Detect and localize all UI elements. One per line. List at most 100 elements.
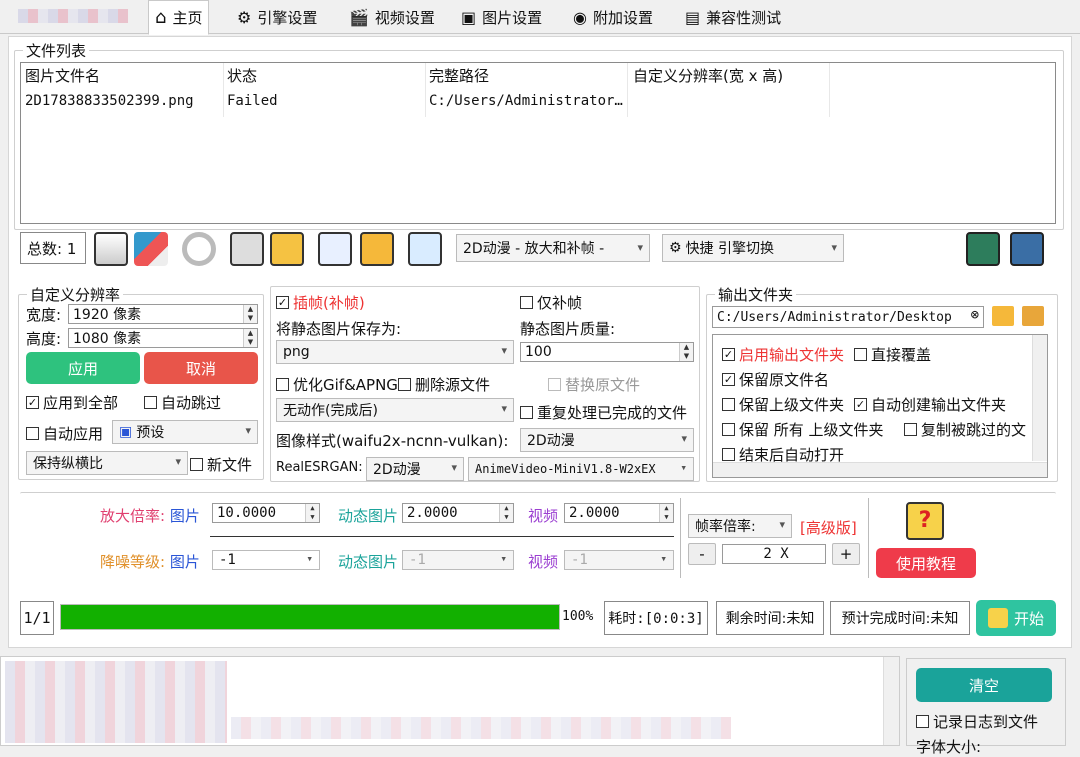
preset-select[interactable]: ▣ 预设 ▾ — [112, 420, 258, 444]
denoise-video-select[interactable]: -1 ▾ — [564, 550, 674, 570]
new-file-checkbox[interactable]: 新文件 — [190, 454, 252, 475]
file-table[interactable]: 图片文件名 状态 完整路径 自定义分辨率(宽 x 高) 2D1783883350… — [20, 62, 1056, 224]
apply-all-checkbox[interactable]: ✓ 应用到全部 — [26, 392, 118, 413]
interp-checkbox[interactable]: ✓ 插帧(补帧) — [276, 292, 365, 313]
help-question-icon[interactable]: ? — [906, 502, 944, 540]
column-header-resolution[interactable]: 自定义分辨率(宽 x 高) — [633, 65, 783, 86]
column-header-filename[interactable]: 图片文件名 — [25, 65, 100, 86]
denoise-gif-select[interactable]: -1 ▾ — [402, 550, 514, 570]
post-action-select[interactable]: 无动作(完成后) ▾ — [276, 398, 514, 422]
save-log-checkbox[interactable]: 记录日志到文件 — [916, 711, 1038, 732]
open-output-icon[interactable] — [1022, 306, 1044, 326]
copy-skipped-checkbox[interactable]: 复制被跳过的文 — [904, 419, 1032, 440]
keep-ratio-select[interactable]: 保持纵横比 ▾ — [26, 451, 188, 475]
overwrite-checkbox[interactable]: 直接覆盖 — [854, 344, 931, 365]
scale-gif-field[interactable]: 2.0000 ▲ ▼ — [402, 503, 514, 523]
scale-gif-stepper[interactable]: ▲ ▼ — [499, 504, 513, 522]
interp-only-checkbox[interactable]: 仅补帧 — [520, 292, 582, 313]
fps-minus-button[interactable]: - — [688, 543, 716, 565]
esrgan-style-value: 2D动漫 — [373, 462, 421, 478]
column-header-path[interactable]: 完整路径 — [429, 65, 489, 86]
optimize-gif-checkbox[interactable]: 优化Gif&APNG — [276, 374, 398, 395]
start-button[interactable]: 开始 — [976, 600, 1056, 636]
esrgan-style-select[interactable]: 2D动漫 ▾ — [366, 457, 464, 481]
clear-path-icon[interactable]: ⊗ — [971, 307, 979, 323]
column-header-status[interactable]: 状态 — [227, 65, 257, 86]
height-field[interactable]: 1080 像素 ▲ ▼ — [68, 328, 258, 348]
checkbox-box — [190, 458, 203, 471]
replace-original-checkbox[interactable]: 替换原文件 — [548, 374, 640, 395]
checkbox-label: 重复处理已完成的文件 — [537, 404, 688, 422]
add-image-icon[interactable] — [318, 232, 352, 266]
engine-switch-select[interactable]: ⚙ 快捷 引擎切换 ▾ — [662, 234, 844, 262]
tutorial-button[interactable]: 使用教程 — [876, 548, 976, 578]
eraser-icon[interactable] — [134, 232, 168, 266]
open-folder-icon[interactable] — [270, 232, 304, 266]
reprocess-checkbox[interactable]: 重复处理已完成的文件 — [520, 402, 687, 423]
checkbox-box — [276, 378, 289, 391]
fps-plus-button[interactable]: + — [832, 543, 860, 565]
keep-parent-checkbox[interactable]: 保留上级文件夹 — [722, 394, 844, 415]
checkbox-label: 保留 所有 上级文件夹 — [739, 421, 884, 439]
save-format-select[interactable]: png ▾ — [276, 340, 514, 364]
save-settings-icon[interactable] — [966, 232, 1000, 266]
cancel-button[interactable]: 取消 — [144, 352, 258, 384]
delete-source-checkbox[interactable]: 删除源文件 — [398, 374, 490, 395]
output-list-hscrollbar[interactable] — [713, 462, 1047, 477]
scale-image-stepper[interactable]: ▲ ▼ — [305, 504, 319, 522]
log-output[interactable] — [0, 656, 900, 746]
keep-filename-checkbox[interactable]: ✓ 保留原文件名 — [722, 369, 829, 390]
engine-switch-value: 快捷 引擎切换 — [685, 241, 775, 257]
quality-stepper[interactable]: ▲ ▼ — [679, 343, 693, 361]
mode-select[interactable]: 2D动漫 - 放大和补帧 - ▾ — [456, 234, 650, 262]
output-path-field[interactable]: C:/Users/Administrator/Desktop ⊗ — [712, 306, 984, 328]
enable-output-checkbox[interactable]: ✓ 启用输出文件夹 — [722, 344, 844, 365]
shutdown-monitor-icon[interactable] — [408, 232, 442, 266]
fps-value-field[interactable]: 2 X — [722, 544, 826, 564]
width-stepper[interactable]: ▲ ▼ — [243, 305, 257, 323]
auto-skip-checkbox[interactable]: 自动跳过 — [144, 392, 221, 413]
tab-compat-test[interactable]: ▤ 兼容性测试 — [678, 2, 788, 33]
tab-engine[interactable]: ⚙ 引擎设置 — [230, 2, 324, 33]
scale-image-field[interactable]: 10.0000 ▲ ▼ — [212, 503, 320, 523]
page-indicator: 1/1 — [20, 601, 54, 635]
save-list-icon[interactable] — [230, 232, 264, 266]
add-folder-icon[interactable] — [360, 232, 394, 266]
output-list-scrollbar[interactable] — [1032, 335, 1047, 461]
height-label: 高度: — [26, 330, 62, 348]
settings-gear-icon[interactable] — [1010, 232, 1044, 266]
browse-folder-icon[interactable] — [992, 306, 1014, 326]
height-stepper[interactable]: ▲ ▼ — [243, 329, 257, 347]
checkbox-label: 保留原文件名 — [739, 371, 830, 389]
style-select[interactable]: 2D动漫 ▾ — [520, 428, 694, 452]
width-field[interactable]: 1920 像素 ▲ ▼ — [68, 304, 258, 324]
output-path-value: C:/Users/Administrator/Desktop — [717, 309, 952, 325]
denoise-image-select[interactable]: -1 ▾ — [212, 550, 320, 570]
scale-video-stepper[interactable]: ▲ ▼ — [659, 504, 673, 522]
auto-apply-checkbox[interactable]: 自动应用 — [26, 423, 103, 444]
tab-label: 图片设置 — [482, 9, 543, 27]
scale-video-field[interactable]: 2.0000 ▲ ▼ — [564, 503, 674, 523]
chevron-down-icon: ▾ — [501, 402, 507, 415]
checkbox-label: 启用输出文件夹 — [739, 346, 845, 364]
table-row-status[interactable]: Failed — [227, 93, 278, 109]
apply-button[interactable]: 应用 — [26, 352, 140, 384]
tab-image[interactable]: ▣ 图片设置 — [454, 2, 549, 33]
table-row-filename[interactable]: 2D17838833502399.png — [25, 93, 194, 109]
trash-icon[interactable] — [94, 232, 128, 266]
quality-field[interactable]: 100 ▲ ▼ — [520, 342, 694, 362]
keep-all-parents-checkbox[interactable]: 保留 所有 上级文件夹 — [722, 419, 884, 440]
checkbox-label: 删除源文件 — [415, 376, 491, 394]
tab-addon[interactable]: ◉ 附加设置 — [566, 2, 660, 33]
esrgan-model-select[interactable]: AnimeVideo-MiniV1.8-W2xEX ▾ — [468, 457, 694, 481]
log-scrollbar[interactable] — [883, 657, 899, 745]
table-row-path[interactable]: C:/Users/Administrator… — [429, 93, 623, 109]
tab-video[interactable]: 🎬 视频设置 — [342, 2, 442, 33]
auto-create-output-checkbox[interactable]: ✓ 自动创建输出文件夹 — [854, 394, 1006, 415]
tab-home[interactable]: ⌂ 主页 — [148, 0, 210, 35]
refresh-icon[interactable] — [182, 232, 216, 266]
checkbox-box — [26, 427, 39, 440]
clear-log-button[interactable]: 清空 — [916, 668, 1052, 702]
advanced-label[interactable]: [高级版] — [800, 517, 857, 538]
fps-multiplier-select[interactable]: 帧率倍率: ▾ — [688, 514, 792, 538]
